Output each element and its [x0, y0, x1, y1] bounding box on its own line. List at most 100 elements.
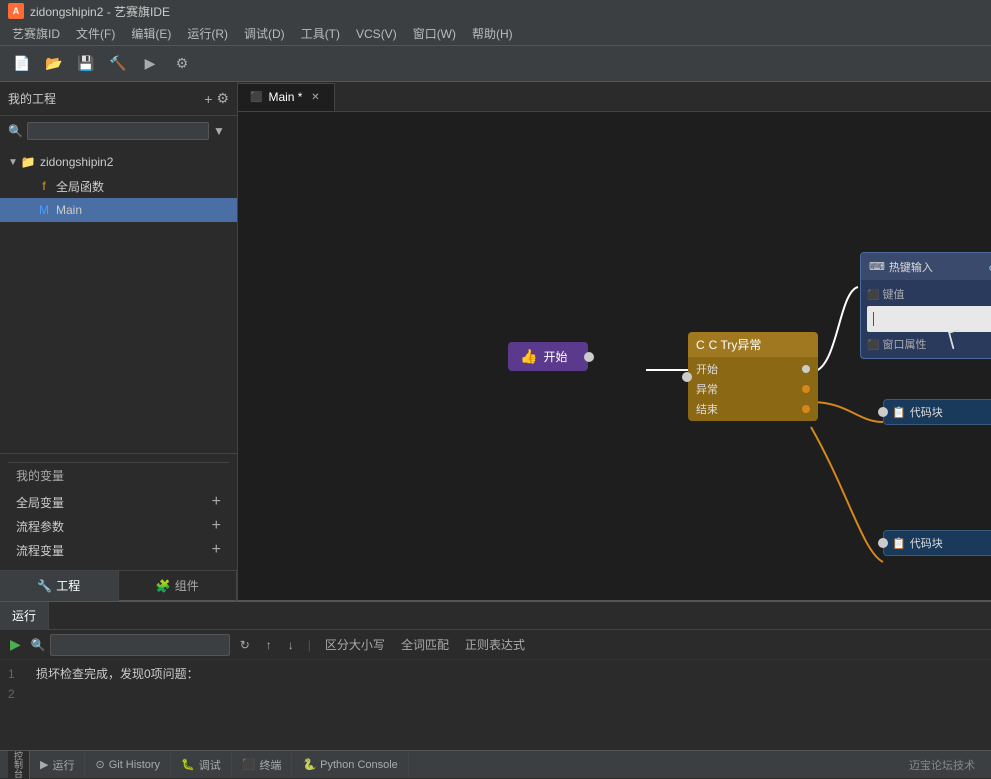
refresh-button[interactable]: ↻ — [234, 636, 256, 654]
node-hotkey[interactable]: ⌨ 热键输入 🔗 ⋮ ⬛ 键值 — [860, 252, 991, 359]
try-input-port[interactable] — [682, 372, 692, 382]
node-code2[interactable]: 📋 代码块 — [883, 530, 991, 556]
bottom-tabs: 运行 — [0, 602, 991, 630]
status-tab-python[interactable]: 🐍 Python Console — [292, 751, 408, 778]
add-flow-var-btn[interactable]: + — [212, 541, 221, 559]
bottom-tab-run[interactable]: 运行 — [0, 602, 49, 630]
status-run-label: 运行 — [52, 757, 74, 773]
var-row-param: 流程参数 + — [8, 514, 229, 538]
run-tab-label: 运行 — [12, 607, 36, 624]
run-search-input[interactable] — [50, 634, 230, 656]
tree-item-main[interactable]: M Main — [0, 198, 237, 222]
search-bar: 🔍 ▼ — [0, 116, 237, 146]
toolbar-open-btn[interactable]: 📂 — [40, 50, 68, 78]
bottom-section: 运行 ▶ 🔍 ↻ ↑ ↓ | 区分大小写 全词匹配 正则表达式 1 损坏检查完成… — [0, 600, 991, 750]
menubar: 艺赛旗ID 文件(F) 编辑(E) 运行(R) 调试(D) 工具(T) VCS(… — [0, 22, 991, 46]
tab-main[interactable]: ⬛ Main * ✕ — [238, 83, 335, 111]
run-line-num-1: 1 — [8, 664, 28, 684]
status-tab-githistory[interactable]: ⊙ Git History — [85, 751, 171, 778]
menu-item-vcs[interactable]: VCS(V) — [348, 25, 405, 43]
tree-root-label: zidongshipin2 — [40, 155, 113, 169]
node-code1[interactable]: 📋 代码块 — [883, 399, 991, 425]
arrow-up-button[interactable]: ↑ — [260, 636, 278, 654]
watermark: 迈宝论坛技术 — [909, 757, 983, 773]
hotkey-input-area[interactable] — [867, 306, 991, 332]
filter-button[interactable]: ▼ — [209, 121, 229, 141]
sidebar-tab-project[interactable]: 🔧 工程 — [0, 571, 119, 601]
menu-item-edit[interactable]: 编辑(E) — [123, 23, 179, 44]
tree-item-globalfunc-label: 全局函数 — [56, 178, 104, 195]
menu-item-window[interactable]: 窗口(W) — [405, 23, 464, 44]
run-panel: ▶ 🔍 ↻ ↑ ↓ | 区分大小写 全词匹配 正则表达式 1 损坏检查完成，发现… — [0, 630, 991, 750]
status-tab-terminal[interactable]: ⬛ 终端 — [232, 751, 293, 778]
status-python-icon: 🐍 — [302, 758, 316, 771]
status-python-label: Python Console — [320, 759, 398, 771]
left-vtab-control[interactable]: 控制台 — [8, 751, 30, 779]
component-tab-label: 组件 — [175, 577, 199, 594]
add-global-var-btn[interactable]: + — [212, 493, 221, 511]
menu-item-id[interactable]: 艺赛旗ID — [4, 23, 68, 44]
code2-input-port[interactable] — [878, 538, 888, 548]
var-global-label: 全局变量 — [16, 494, 64, 511]
toolbar-run-btn[interactable]: ▶ — [136, 50, 164, 78]
main-layout: 我的工程 + ⚙ 🔍 ▼ ▼ 📁 zidongshipin2 f 全局函数 — [0, 82, 991, 600]
toolbar-new-btn[interactable]: 📄 — [8, 50, 36, 78]
try-port-start: 开始 — [688, 359, 818, 379]
status-tab-run[interactable]: ▶ 运行 — [30, 751, 85, 778]
menu-item-tools[interactable]: 工具(T) — [293, 23, 348, 44]
var-row-global: 全局变量 + — [8, 490, 229, 514]
try-start-label: 开始 — [696, 361, 718, 377]
start-label: 开始 — [543, 348, 567, 365]
start-icon: 👍 — [520, 348, 537, 365]
try-end-out-port[interactable] — [802, 405, 810, 413]
project-tab-label: 工程 — [56, 577, 80, 594]
hotkey-label: 热键输入 — [889, 259, 933, 275]
tab-main-icon: ⬛ — [250, 92, 262, 103]
try-exception-out-port[interactable] — [802, 385, 810, 393]
code2-label: 代码块 — [910, 535, 943, 551]
toolbar-save-btn[interactable]: 💾 — [72, 50, 100, 78]
status-terminal-label: 终端 — [259, 757, 281, 773]
code1-icon: 📋 — [892, 406, 906, 419]
toolbar-settings-btn[interactable]: ⚙ — [168, 50, 196, 78]
search-icon-run: 🔍 — [31, 638, 46, 652]
menu-item-debug[interactable]: 调试(D) — [236, 23, 293, 44]
whole-word-btn[interactable]: 全词匹配 — [395, 634, 455, 656]
add-param-btn[interactable]: + — [212, 517, 221, 535]
tab-close-button[interactable]: ✕ — [308, 90, 322, 104]
status-tab-debug[interactable]: 🐛 调试 — [171, 751, 232, 778]
project-settings-button[interactable]: ⚙ — [216, 90, 229, 107]
tree-root[interactable]: ▼ 📁 zidongshipin2 — [0, 150, 237, 174]
component-tab-icon: 🧩 — [156, 579, 171, 593]
try-icon: C — [696, 338, 705, 352]
sidebar-tab-component[interactable]: 🧩 组件 — [119, 571, 238, 601]
menu-item-file[interactable]: 文件(F) — [68, 23, 123, 44]
run-line-num-2: 2 — [8, 684, 28, 704]
canvas[interactable]: 👍 开始 C C Try异常 开始 异常 — [238, 112, 991, 600]
hotkey-winprop-label: ⬛ 窗口属性 — [861, 334, 991, 354]
status-git-icon: ⊙ — [95, 758, 104, 771]
try-end-label: 结束 — [696, 401, 718, 417]
node-try[interactable]: C C Try异常 开始 异常 结束 — [688, 332, 818, 421]
menu-item-help[interactable]: 帮助(H) — [464, 23, 521, 44]
keyval-icon: ⬛ — [867, 290, 879, 301]
arrow-down-button[interactable]: ↓ — [282, 636, 300, 654]
sidebar-bottom-tabs: 🔧 工程 🧩 组件 — [0, 570, 237, 600]
regex-btn[interactable]: 正则表达式 — [459, 634, 531, 656]
run-play-btn[interactable]: ▶ — [4, 634, 27, 655]
try-start-out-port[interactable] — [802, 365, 810, 373]
case-sensitive-btn[interactable]: 区分大小写 — [319, 634, 391, 656]
try-body: 开始 异常 结束 — [688, 357, 818, 421]
try-header: C C Try异常 — [688, 332, 818, 357]
menu-item-run[interactable]: 运行(R) — [179, 23, 236, 44]
search-icon: 🔍 — [8, 124, 23, 138]
node-start[interactable]: 👍 开始 — [508, 342, 588, 371]
try-label: C Try异常 — [709, 336, 762, 353]
toolbar-build-btn[interactable]: 🔨 — [104, 50, 132, 78]
tree-item-globalfunc[interactable]: f 全局函数 — [0, 174, 237, 198]
start-output-port[interactable] — [584, 352, 594, 362]
search-input[interactable] — [27, 122, 209, 140]
add-item-button[interactable]: + — [204, 90, 212, 107]
code1-input-port[interactable] — [878, 407, 888, 417]
tree-item-main-label: Main — [56, 203, 82, 217]
